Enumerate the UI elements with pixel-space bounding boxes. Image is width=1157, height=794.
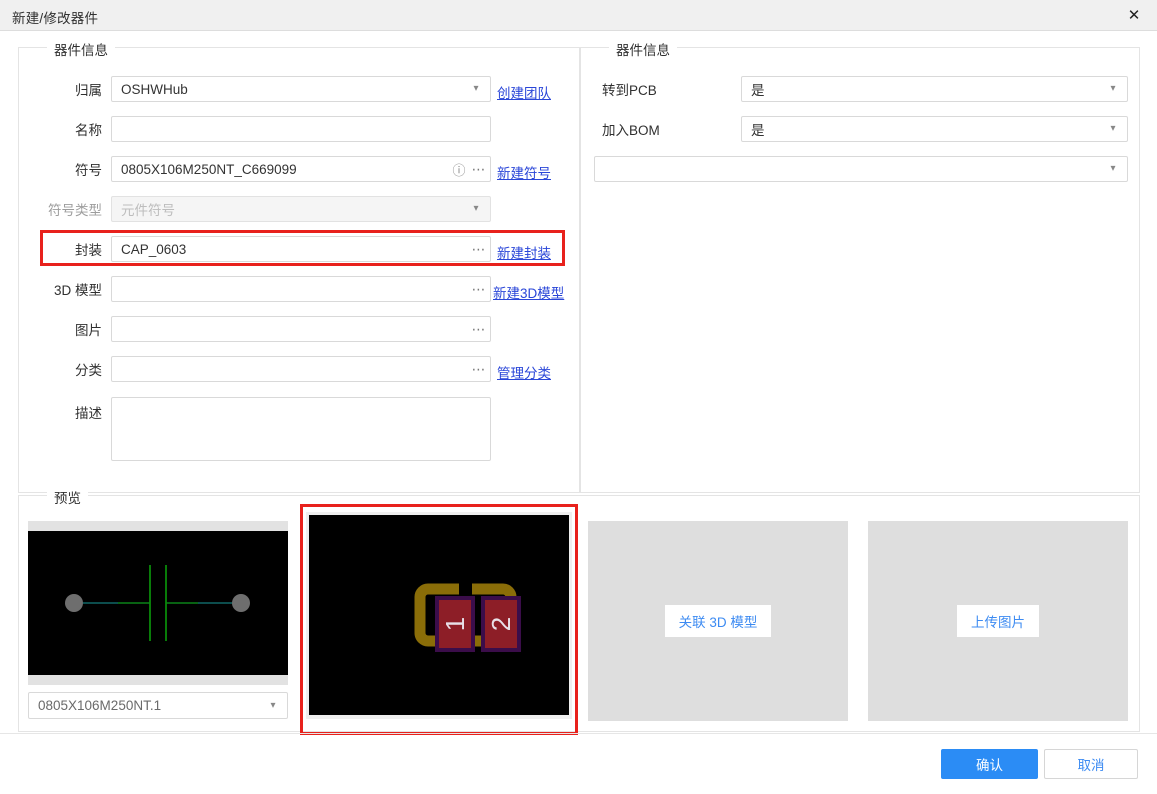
- left-panel-legend: 器件信息: [47, 39, 115, 59]
- add-bom-label: 加入BOM: [602, 123, 660, 138]
- model-3d-placeholder-tile[interactable]: 关联 3D 模型: [588, 521, 848, 721]
- form-row-image: 图片 ⋯: [40, 316, 491, 342]
- confirm-button[interactable]: 确认: [941, 749, 1038, 779]
- form-row-name: 名称: [40, 116, 491, 142]
- new-footprint-link[interactable]: 新建封装: [497, 242, 551, 262]
- footprint-browse-button[interactable]: ⋯: [468, 241, 490, 258]
- symbol-value: 0805X106M250NT_C669099: [121, 161, 297, 177]
- chevron-down-icon: ▾: [1110, 163, 1116, 174]
- symbol-preview-canvas[interactable]: [28, 531, 288, 675]
- component-info-right-panel: 器件信息: [580, 39, 1140, 493]
- symbol-variant-value: 0805X106M250NT.1: [38, 698, 162, 713]
- to-pcb-label: 转到PCB: [602, 83, 657, 98]
- footprint-picker[interactable]: CAP_0603 ⋯: [111, 236, 491, 262]
- create-team-link[interactable]: 创建团队: [497, 82, 551, 102]
- image-placeholder-tile[interactable]: 上传图片: [868, 521, 1128, 721]
- model-3d-label: 3D 模型: [53, 283, 102, 298]
- form-row-to-pcb: 转到PCB 是 ▾: [602, 76, 1128, 102]
- symbol-label: 符号: [75, 163, 102, 178]
- category-picker[interactable]: ⋯: [111, 356, 491, 382]
- pad-1-number: 1: [440, 617, 470, 631]
- clear-icon[interactable]: ⓘ: [450, 160, 468, 179]
- to-pcb-value: 是: [751, 83, 765, 98]
- chevron-down-icon: ▾: [1110, 123, 1116, 134]
- chevron-down-icon: ▾: [473, 203, 479, 214]
- image-picker[interactable]: ⋯: [111, 316, 491, 342]
- window-titlebar: 新建/修改器件 ✕: [0, 0, 1157, 31]
- footprint-label: 封装: [75, 243, 102, 258]
- footprint-preview-canvas[interactable]: 1 2: [309, 515, 569, 715]
- footer-separator: [0, 733, 1157, 734]
- preview-legend: 预览: [47, 487, 88, 507]
- form-row-owner: 归属 OSHWHub ▾: [40, 76, 491, 102]
- category-browse-button[interactable]: ⋯: [468, 361, 490, 378]
- capacitor-symbol-graphic: [65, 565, 250, 641]
- new-3d-model-link[interactable]: 新建3D模型: [493, 282, 564, 302]
- footprint-value: CAP_0603: [121, 241, 187, 257]
- to-pcb-select[interactable]: 是 ▾: [741, 76, 1128, 102]
- symbol-picker[interactable]: 0805X106M250NT_C669099 ⓘ ⋯: [111, 156, 491, 182]
- symbol-type-label: 符号类型: [48, 203, 102, 218]
- chevron-down-icon: ▾: [270, 699, 276, 711]
- form-row-footprint: 封装 CAP_0603 ⋯: [40, 236, 491, 262]
- form-row-add-bom: 加入BOM 是 ▾: [602, 116, 1128, 142]
- close-icon[interactable]: ✕: [1111, 0, 1157, 30]
- owner-label: 归属: [75, 83, 102, 98]
- category-label: 分类: [75, 363, 102, 378]
- model-3d-picker[interactable]: ⋯: [111, 276, 491, 302]
- symbol-preview-frame: [28, 521, 288, 685]
- upload-image-button[interactable]: 上传图片: [957, 605, 1039, 637]
- owner-value: OSHWHub: [121, 81, 188, 97]
- extra-attribute-select[interactable]: ▾: [594, 156, 1128, 182]
- chevron-down-icon: ▾: [1110, 83, 1116, 94]
- form-row-3d-model: 3D 模型 ⋯: [40, 276, 491, 302]
- image-label: 图片: [75, 323, 102, 338]
- form-row-symbol-type: 符号类型 元件符号 ▾: [30, 196, 491, 222]
- symbol-type-select: 元件符号 ▾: [111, 196, 491, 222]
- model-3d-browse-button[interactable]: ⋯: [468, 281, 490, 298]
- owner-select[interactable]: OSHWHub ▾: [111, 76, 491, 102]
- description-textarea[interactable]: [111, 397, 491, 461]
- new-symbol-link[interactable]: 新建符号: [497, 162, 551, 182]
- name-input[interactable]: [111, 116, 491, 142]
- image-browse-button[interactable]: ⋯: [468, 321, 490, 338]
- footprint-preview-frame: 1 2: [306, 512, 572, 719]
- cancel-button[interactable]: 取消: [1044, 749, 1138, 779]
- right-panel-legend: 器件信息: [609, 39, 677, 59]
- form-row-category: 分类 ⋯: [40, 356, 491, 382]
- form-row-symbol: 符号 0805X106M250NT_C669099 ⓘ ⋯: [40, 156, 491, 182]
- add-bom-value: 是: [751, 123, 765, 138]
- symbol-variant-select[interactable]: 0805X106M250NT.1 ▾: [28, 692, 288, 719]
- window-title: 新建/修改器件: [12, 11, 99, 26]
- pad-2-number: 2: [486, 617, 516, 631]
- link-3d-model-button[interactable]: 关联 3D 模型: [664, 605, 772, 637]
- description-label: 描述: [75, 406, 102, 421]
- symbol-type-value: 元件符号: [121, 203, 175, 218]
- add-bom-select[interactable]: 是 ▾: [741, 116, 1128, 142]
- symbol-browse-button[interactable]: ⋯: [468, 161, 490, 178]
- chevron-down-icon: ▾: [473, 83, 479, 94]
- name-label: 名称: [75, 123, 102, 138]
- manage-category-link[interactable]: 管理分类: [497, 362, 551, 382]
- footprint-graphic: 1 2: [414, 583, 521, 652]
